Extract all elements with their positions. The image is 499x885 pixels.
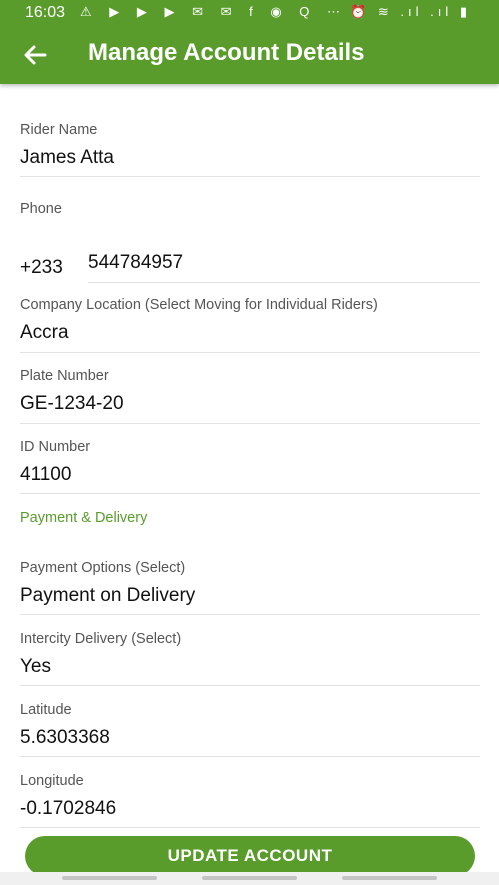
phone-number-field[interactable]: 544784957 [88,240,480,283]
phone-label: Phone [20,201,62,217]
longitude-value: -0.1702846 [20,798,117,819]
app-bar: 16:03 ⚠ ▶ ▶ ▶ ✉ ✉ f ◉ Q ⋯ ⏰ ≋ .ıl .ıl ▮ … [0,0,499,84]
rider-name-label: Rider Name [20,122,98,138]
payment-options-field[interactable]: Payment Options (Select) Payment on Deli… [20,557,480,615]
intercity-delivery-label: Intercity Delivery (Select) [20,631,182,647]
longitude-label: Longitude [20,773,84,789]
update-account-button[interactable]: UPDATE ACCOUNT [25,836,475,876]
rider-name-field[interactable]: Rider Name James Atta [20,118,480,177]
latitude-value: 5.6303368 [20,727,110,748]
latitude-label: Latitude [20,702,72,718]
company-location-value: Accra [20,322,69,343]
notification-icons: ⚠ ▶ ▶ ▶ ✉ ✉ f ◉ Q ⋯ [80,4,348,19]
status-time: 16:03 [25,4,66,21]
phone-number-value: 544784957 [88,252,184,273]
intercity-delivery-value: Yes [20,656,51,677]
id-number-value: 41100 [20,464,72,485]
payment-options-value: Payment on Delivery [20,585,196,606]
section-header-payment: Payment & Delivery [20,510,148,526]
intercity-delivery-field[interactable]: Intercity Delivery (Select) Yes [20,628,480,686]
country-code[interactable]: +233 [20,257,63,279]
longitude-field[interactable]: Longitude -0.1702846 [20,770,480,828]
nav-recent-button[interactable] [62,876,157,880]
plate-number-field[interactable]: Plate Number GE-1234-20 [20,365,480,424]
status-bar: 16:03 ⚠ ▶ ▶ ▶ ✉ ✉ f ◉ Q ⋯ ⏰ ≋ .ıl .ıl ▮ [0,0,499,26]
company-location-label: Company Location (Select Moving for Indi… [20,297,378,313]
company-location-field[interactable]: Company Location (Select Moving for Indi… [20,294,480,353]
rider-name-value: James Atta [20,147,114,168]
plate-number-label: Plate Number [20,368,109,384]
nav-home-button[interactable] [202,876,297,880]
latitude-field[interactable]: Latitude 5.6303368 [20,699,480,757]
system-nav-bar [0,872,499,885]
system-icons: ⏰ ≋ .ıl .ıl ▮ [350,4,471,19]
id-number-field[interactable]: ID Number 41100 [20,436,480,494]
payment-options-label: Payment Options (Select) [20,560,186,576]
nav-back-button[interactable] [342,876,437,880]
page-title: Manage Account Details [88,39,365,66]
back-arrow-icon[interactable] [18,38,52,72]
plate-number-value: GE-1234-20 [20,393,124,414]
id-number-label: ID Number [20,439,91,455]
